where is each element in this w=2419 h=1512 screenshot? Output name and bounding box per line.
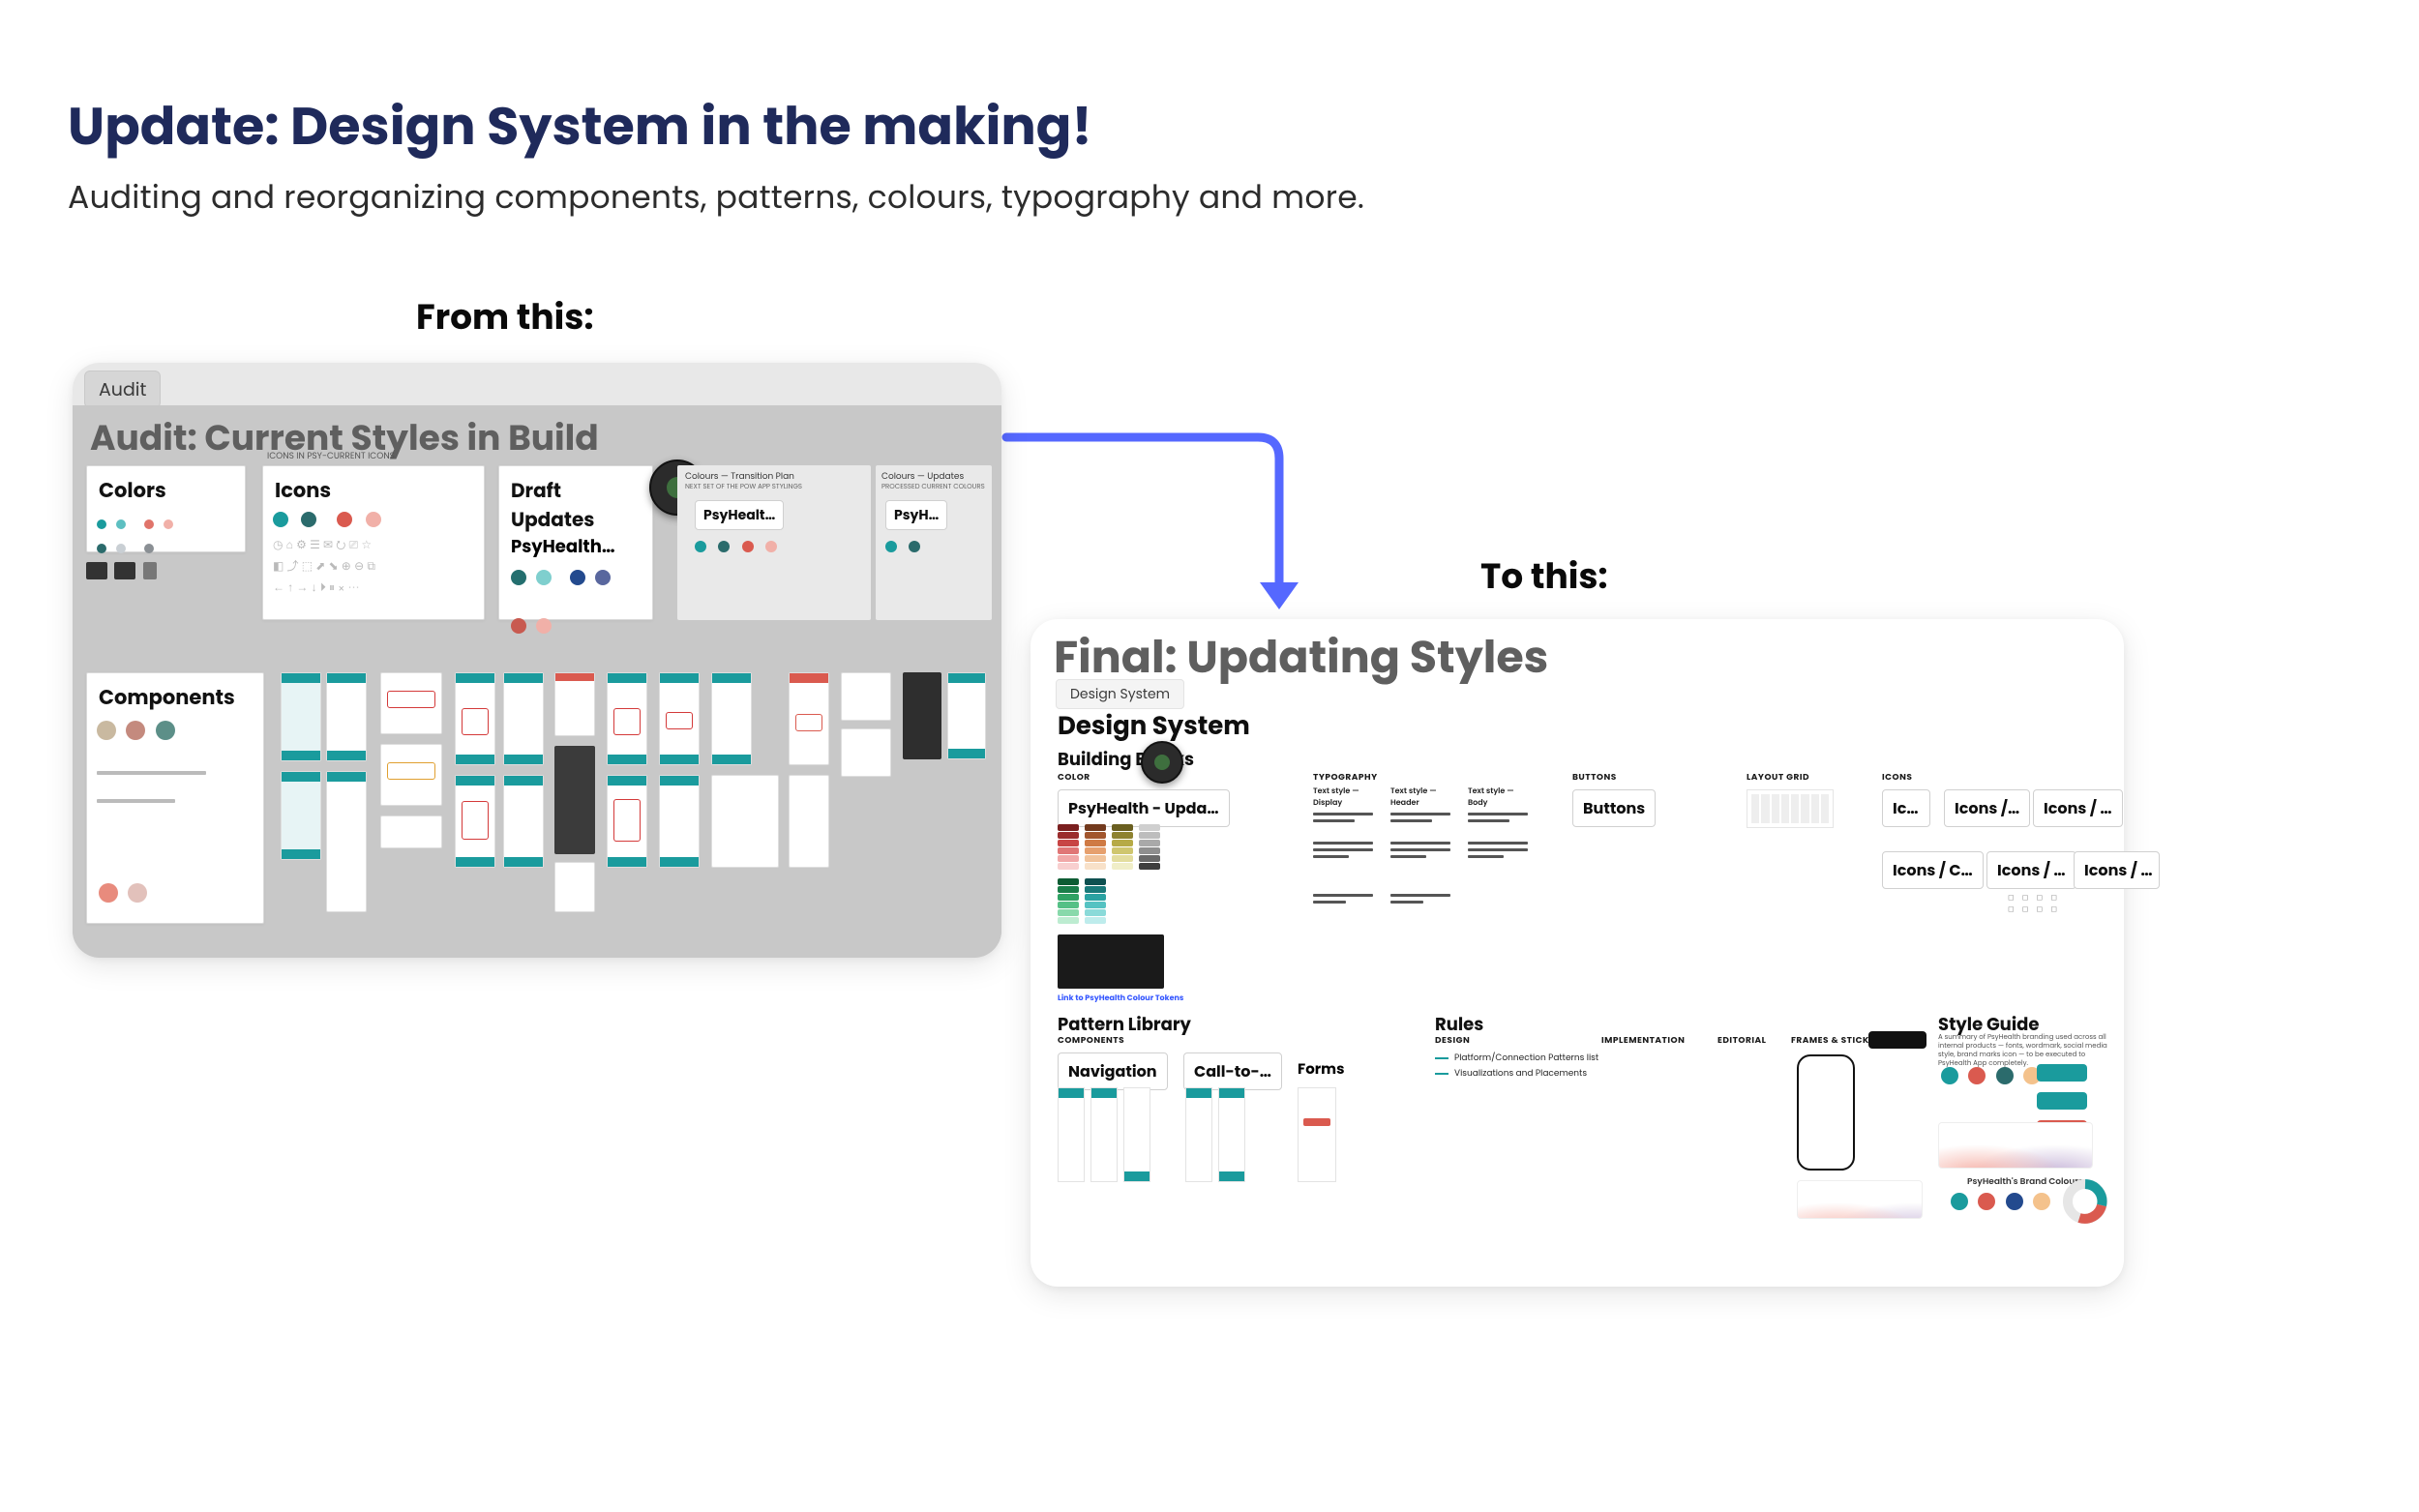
card-draft-updates: Draft Updates PsyHealth… [498, 465, 653, 620]
chip-navigation: Navigation [1058, 1052, 1168, 1090]
layout-grid-tile [1747, 789, 1834, 828]
audit-tag: Audit [84, 371, 161, 408]
typography-grid: Text style — Display Text style — Header… [1313, 786, 1545, 931]
col-typography: TYPOGRAPHY [1313, 772, 1378, 785]
col-color: COLOR [1058, 772, 1090, 785]
page-subtitle: Auditing and reorganizing components, pa… [68, 173, 2351, 222]
app-store-badge [1868, 1031, 1926, 1049]
section-pattern-library: Pattern Library [1058, 1012, 1191, 1038]
label-to: To this: [1480, 549, 1608, 603]
chip-icons-1: Icons /… [1944, 789, 2030, 827]
forms-label: Forms [1298, 1058, 1344, 1081]
label-from: From this: [416, 290, 594, 343]
card-draft-title: Draft Updates [499, 466, 652, 534]
col-implementation: IMPLEMENTATION [1601, 1035, 1685, 1048]
col-icons: ICONS [1882, 772, 1912, 785]
ds-tag: Design System [1056, 679, 1184, 709]
card-components-title: Components [87, 673, 263, 713]
style-guide-swatches [1938, 1064, 2044, 1094]
card-icons: ICONS IN PSY-CURRENT ICONS Icons ◷ ⌂ ⚙ ☰… [262, 465, 485, 620]
avatar [1141, 741, 1183, 784]
chip-psyhealth-1: PsyHealt… [695, 500, 784, 530]
section-rules: Rules [1435, 1012, 1483, 1038]
page-header: Update: Design System in the making! Aud… [0, 0, 2419, 241]
chip-psyhealth-2: PsyH… [885, 500, 947, 530]
chip-icons-0: Ic… [1882, 789, 1930, 827]
col-components: COMPONENTS [1058, 1035, 1124, 1048]
chip-icons-4: Icons / … [1986, 851, 2076, 889]
chip-icons-2: Icons / … [2033, 789, 2123, 827]
rule-1: Platform/Connection Patterns list [1435, 1052, 1598, 1065]
card-mini-label [91, 451, 93, 463]
typo-h1: Text style — Display [1313, 786, 1373, 809]
card-components: Components [86, 672, 264, 924]
page-title: Update: Design System in the making! [68, 87, 2351, 165]
phone-outline [1797, 1054, 1855, 1171]
col-layout-grid: LAYOUT GRID [1747, 772, 1809, 785]
card-icons-title: Icons [263, 466, 484, 506]
card-colours-title: Colors [87, 466, 245, 506]
chip-cta: Call-to-… [1183, 1052, 1282, 1090]
col-design: DESIGN [1435, 1035, 1470, 1048]
typo-h2: Text style — Header [1390, 786, 1450, 809]
code-block [1058, 934, 1164, 989]
link-colour-tokens[interactable]: Link to PsyHealth Colour Tokens [1058, 993, 1183, 1004]
audit-row-components: Components [73, 653, 1001, 943]
chip-icons-3: Icons / C… [1882, 851, 1984, 889]
chip-buttons: Buttons [1572, 789, 1656, 827]
col-buttons: BUTTONS [1572, 772, 1617, 785]
donut-chart-icon [2060, 1176, 2110, 1227]
card-colours: Colors [86, 465, 246, 552]
transition-arrow-icon [1006, 416, 1316, 629]
col-editorial: EDITORIAL [1717, 1035, 1766, 1048]
audit-panel: Audit Audit: Current Styles in Build Col… [73, 363, 1001, 958]
ds-heading: Design System [1058, 708, 1250, 746]
chip-psyhealth-upda: PsyHealth - Upda… [1058, 789, 1230, 827]
typo-h3: Text style — Body [1468, 786, 1528, 809]
chip-icons-5: Icons / … [2074, 851, 2160, 889]
card-mini-label: ICONS IN PSY-CURRENT ICONS [267, 451, 395, 463]
audit-row-styles: Colors ICONS IN PSY-CURRENT ICONS Icons [73, 465, 1001, 630]
final-panel: Final: Updating Styles Design System Des… [1030, 619, 2124, 1287]
rule-2: Visualizations and Placements [1435, 1068, 1587, 1081]
card-draft-sub: PsyHealth… [499, 534, 652, 568]
colours-block-2-sub: PROCESSED CURRENT COLOURS [881, 483, 985, 492]
colours-block-1-sub: NEXT SET OF THE POW APP STYLINGS [685, 483, 802, 492]
